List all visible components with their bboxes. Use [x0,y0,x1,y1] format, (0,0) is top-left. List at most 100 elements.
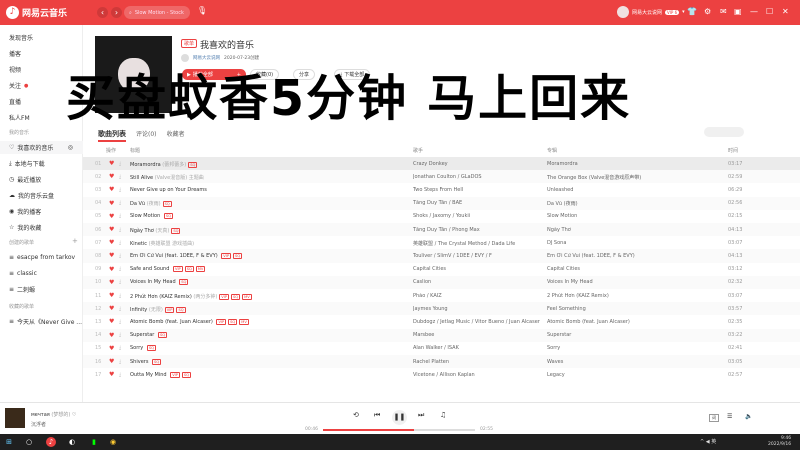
song-album[interactable]: DJ Sona [547,240,727,246]
heart-filled-icon[interactable]: ♥ [109,371,114,378]
heart-filled-icon[interactable]: ♥ [109,186,114,193]
column-header-artist[interactable]: 歌手 [413,147,423,154]
download-icon[interactable]: ⤓ [119,372,121,378]
pause-button[interactable]: ❚❚ [392,410,407,425]
song-title[interactable]: Never Give up on Your Dreams [130,187,430,193]
lyric-button[interactable]: 词 [709,414,719,422]
song-title[interactable]: 2 Phút Hơn (KAIZ Remix) (两分多钟) VIP SQ MV [130,293,430,300]
song-album[interactable]: Superstar [547,332,727,338]
download-icon[interactable]: ⤓ [119,293,121,299]
lyrics-icon[interactable]: ♫ [440,411,446,419]
playlist-queue-icon[interactable]: ☰ [727,413,732,420]
windows-start-icon[interactable]: ⊞ [4,437,14,447]
heart-filled-icon[interactable]: ♥ [109,332,114,339]
song-title[interactable]: Shivers SQ [130,358,430,365]
back-arrow-icon[interactable]: ‹ [97,7,108,18]
song-album[interactable]: Voices In My Head [547,279,727,285]
song-artist[interactable]: Alan Walker / ISÁK [413,345,543,351]
table-row[interactable]: 12 ♥ ⤓ Infinity (无限) VIP SQ Jaymes Young Feel S… [83,302,800,316]
sidebar-playlist[interactable]: ≡ classic [0,267,83,280]
download-icon[interactable]: ⤓ [119,227,121,233]
sidebar-item-discover[interactable]: 发现音乐 [0,31,83,44]
settings-gear-icon[interactable]: ⚙ [704,7,711,16]
table-row[interactable]: 07 ♥ ⤓ Kinetic (英雄联盟 游戏插曲) 英雄联盟 / The Crysta… [83,236,800,249]
tab-comments[interactable]: 评论(0) [136,129,157,142]
add-playlist-icon[interactable]: + [72,237,78,245]
song-artist[interactable]: Touliver / SlimV / 1DEE / EVY / F [413,253,543,259]
sidebar-playlist[interactable]: ≡ 今天从《Never Give ... [0,315,83,328]
download-icon[interactable]: ⤓ [119,319,121,325]
song-title[interactable]: Voices In My Head SQ [130,279,430,286]
sidebar-item-my-podcast[interactable]: ◉ 我的播客 [0,205,83,218]
table-row[interactable]: 01 ♥ ⤓ Moramordra (蕾邦蕾多) SQ Crazy Donkey Moram… [83,157,800,171]
heart-filled-icon[interactable]: ♥ [109,292,114,299]
clock[interactable]: 9:46 2022/9/16 [768,436,791,448]
system-tray[interactable]: ^ ◀ 英 [700,438,716,445]
song-artist[interactable]: Jonathan Coulton / GLaDOS [413,174,543,180]
song-album[interactable]: Slow Motion [547,213,727,219]
heart-filled-icon[interactable]: ♥ [109,318,114,325]
download-icon[interactable]: ⤓ [119,200,121,206]
progress-bar[interactable] [323,429,475,431]
terminal-icon[interactable]: ▮ [89,437,99,447]
table-row[interactable]: 15 ♥ ⤓ Sorry SQ Alan Walker / ISÁK Sorry 02:41 [83,342,800,355]
tab-collectors[interactable]: 收藏者 [167,129,185,142]
heart-filled-icon[interactable]: ♥ [109,266,114,273]
heartbeat-mode-icon[interactable]: ◎ [68,144,73,151]
sidebar-playlist[interactable]: ≡ 二刺螈 [0,283,83,296]
heart-filled-icon[interactable]: ♥ [109,173,114,180]
song-album[interactable]: Waves [547,359,727,365]
chrome-icon[interactable]: ◉ [108,437,118,447]
song-title[interactable]: Still Alive (Valve混音版) 主题曲 [130,174,430,181]
sidebar-item-cloud[interactable]: ☁ 我的音乐云盘 [0,189,83,202]
search-input[interactable]: ⌕ Slow Motion - Stock [124,6,190,19]
song-album[interactable]: Atomic Bomb (feat. Juan Alcaser) [547,319,727,325]
download-icon[interactable]: ⤓ [119,345,121,351]
download-icon[interactable]: ⤓ [119,174,121,180]
song-artist[interactable]: Capital Cities [413,266,543,272]
song-artist[interactable]: Vicetone / Allison Kaplan [413,372,543,378]
play-mode-icon[interactable]: ⟲ [353,411,359,419]
song-artist[interactable]: Crazy Donkey [413,161,543,167]
close-icon[interactable]: ✕ [782,7,789,16]
download-icon[interactable]: ⤓ [119,240,121,246]
table-row[interactable]: 05 ♥ ⤓ Slow Motion SQ Shoks / Jaxomy / Youki… [83,210,800,223]
sidebar-item-podcast[interactable]: 播客 [0,47,83,60]
table-row[interactable]: 17 ♥ ⤓ Outta My Mind VIP SQ Vicetone / Alliso… [83,368,800,381]
table-row[interactable]: 16 ♥ ⤓ Shivers SQ Rachel Platten Waves 03:05 [83,355,800,369]
column-header-album[interactable]: 专辑 [547,147,557,154]
song-album[interactable]: Capital Cities [547,266,727,272]
previous-icon[interactable]: ⏮ [374,411,380,420]
heart-filled-icon[interactable]: ♥ [109,279,114,286]
song-artist[interactable]: Rachel Platten [413,359,543,365]
download-icon[interactable]: ⤓ [119,161,121,167]
song-album[interactable]: The Orange Box (Valve混音游戏原声带) [547,174,727,181]
download-icon[interactable]: ⤓ [119,187,121,193]
song-album[interactable]: Ngày Thơ [547,227,727,233]
sidebar-item-recent[interactable]: ◷ 最近播放 [0,173,83,186]
now-playing-artist[interactable]: 沉浮者 [31,421,46,428]
forward-arrow-icon[interactable]: › [111,7,122,18]
song-title[interactable]: Sorry SQ [130,345,430,352]
table-row[interactable]: 03 ♥ ⤓ Never Give up on Your Dreams Two Ste… [83,183,800,196]
playlist-search-input[interactable] [704,127,744,137]
search-icon[interactable]: ○ [24,437,34,447]
netease-taskbar-icon[interactable]: ♪ [46,437,56,447]
song-title[interactable]: Slow Motion SQ [130,213,430,220]
heart-filled-icon[interactable]: ♥ [109,226,114,233]
now-playing-title[interactable]: мечтая (梦想的) ♡ [31,411,76,418]
user-menu[interactable]: 网易大云说网 VIP 6 ▾ [617,6,685,18]
table-row[interactable]: 06 ♥ ⤓ Ngày Thơ (天真) SQ Tăng Duy Tân / Phong … [83,223,800,237]
song-artist[interactable]: Two Steps From Hell [413,187,543,193]
heart-outline-icon[interactable]: ♡ [72,412,76,418]
song-title[interactable]: Superstar SQ [130,332,430,339]
column-header-time[interactable]: 时间 [728,147,738,154]
heart-filled-icon[interactable]: ♥ [109,239,114,246]
download-icon[interactable]: ⤓ [119,213,121,219]
table-row[interactable]: 11 ♥ ⤓ 2 Phút Hơn (KAIZ Remix) (两分多钟) VIP SQ M… [83,289,800,302]
song-title[interactable]: Moramordra (蕾邦蕾多) SQ [130,161,430,168]
sidebar-item-local[interactable]: ⤓ 本地与下载 [0,157,83,170]
sidebar-item-liked[interactable]: ♡ 我喜欢的音乐 ◎ [0,141,83,154]
song-album[interactable]: Da Vũ (夜雨) [547,200,727,207]
song-title[interactable]: Da Vũ (夜雨) SQ [130,200,430,208]
